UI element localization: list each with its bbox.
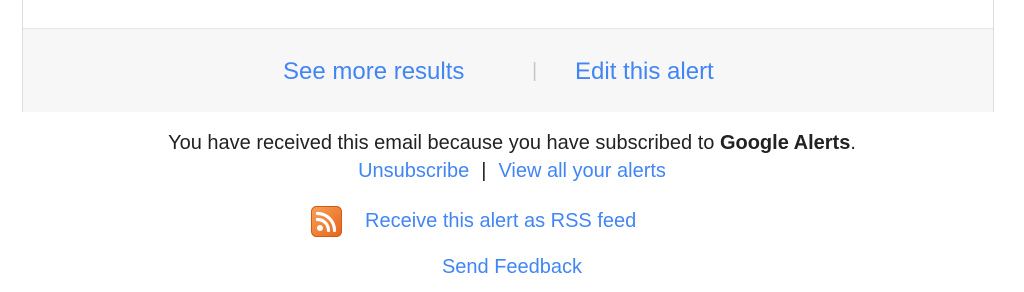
edit-alert-link[interactable]: Edit this alert: [575, 58, 714, 86]
notice-period: .: [850, 132, 856, 154]
send-feedback-link[interactable]: Send Feedback: [442, 256, 582, 278]
notice-brand: Google Alerts: [719, 132, 851, 154]
links-separator: |: [481, 160, 487, 182]
alert-management-links: Unsubscribe | View all your alerts: [0, 160, 1024, 183]
notice-text: You have received this email because you…: [168, 132, 720, 154]
unsubscribe-link[interactable]: Unsubscribe: [358, 160, 469, 182]
feedback-row: Send Feedback: [0, 256, 1024, 279]
view-all-alerts-link[interactable]: View all your alerts: [498, 160, 665, 182]
rss-feed-link[interactable]: Receive this alert as RSS feed: [365, 210, 636, 233]
rss-feed-icon[interactable]: [311, 205, 342, 237]
subscription-notice: You have received this email because you…: [0, 132, 1024, 155]
rss-feed-row[interactable]: Receive this alert as RSS feed: [311, 205, 636, 237]
alert-card: See more results | Edit this alert: [22, 0, 994, 112]
alert-card-body: [23, 0, 993, 29]
footer-separator: |: [532, 60, 538, 82]
see-more-results-link[interactable]: See more results: [283, 58, 464, 86]
alert-card-footer: See more results | Edit this alert: [23, 29, 993, 112]
